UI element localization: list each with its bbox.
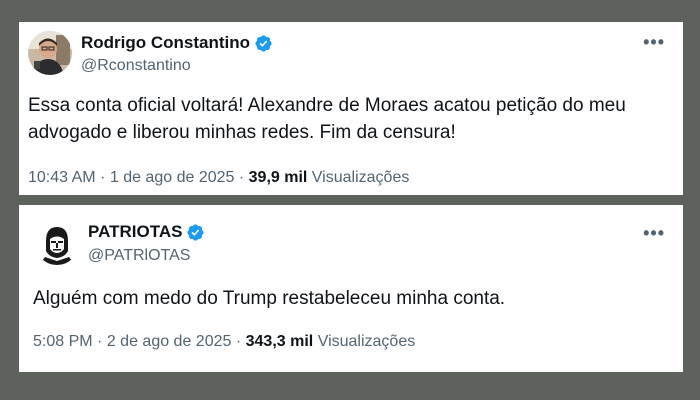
verified-badge-icon <box>255 34 272 52</box>
tweet-card[interactable]: PATRIOTAS @PATRlOTAS ••• Alguém com medo… <box>19 205 683 372</box>
handle[interactable]: @PATRlOTAS <box>88 247 190 265</box>
views-count: 343,3 mil <box>245 333 314 350</box>
tweet-card[interactable]: Rodrigo Constantino @Rconstantino ••• Es… <box>19 22 683 195</box>
tweet-date[interactable]: 2 de ago de 2025 <box>107 333 232 350</box>
avatar[interactable] <box>28 31 72 75</box>
meta-separator: · <box>235 333 242 350</box>
views-label: Visualizações <box>317 333 416 350</box>
meta-separator: · <box>97 333 103 350</box>
meta-separator: · <box>100 169 106 186</box>
handle[interactable]: @Rconstantino <box>81 57 191 75</box>
tweet-text: Essa conta oficial voltará! Alexandre de… <box>28 95 626 143</box>
tweet-date[interactable]: 1 de ago de 2025 <box>110 169 235 186</box>
avatar[interactable] <box>35 221 79 265</box>
tweet-meta: 5:08 PM · 2 de ago de 2025 · 343,3 mil V… <box>33 333 415 351</box>
tweet-meta: 10:43 AM · 1 de ago de 2025 · 39,9 mil V… <box>28 169 409 187</box>
more-options-button[interactable]: ••• <box>643 223 665 244</box>
display-name[interactable]: Rodrigo Constantino <box>81 33 250 53</box>
tweet-text: Alguém com medo do Trump restabeleceu mi… <box>33 288 506 309</box>
author-name-row: Rodrigo Constantino <box>81 33 273 53</box>
author-name-row: PATRIOTAS <box>88 222 205 242</box>
views-label: Visualizações <box>311 169 410 186</box>
verified-badge-icon <box>187 223 205 241</box>
views-count: 39,9 mil <box>248 169 308 186</box>
tweet-time[interactable]: 5:08 PM <box>33 333 93 350</box>
avatar-photo-icon <box>28 31 72 75</box>
meta-separator: · <box>238 169 245 186</box>
more-options-button[interactable]: ••• <box>643 32 665 53</box>
display-name[interactable]: PATRIOTAS <box>88 222 182 242</box>
avatar-portrait-icon <box>35 221 79 265</box>
tweet-time[interactable]: 10:43 AM <box>28 169 96 186</box>
